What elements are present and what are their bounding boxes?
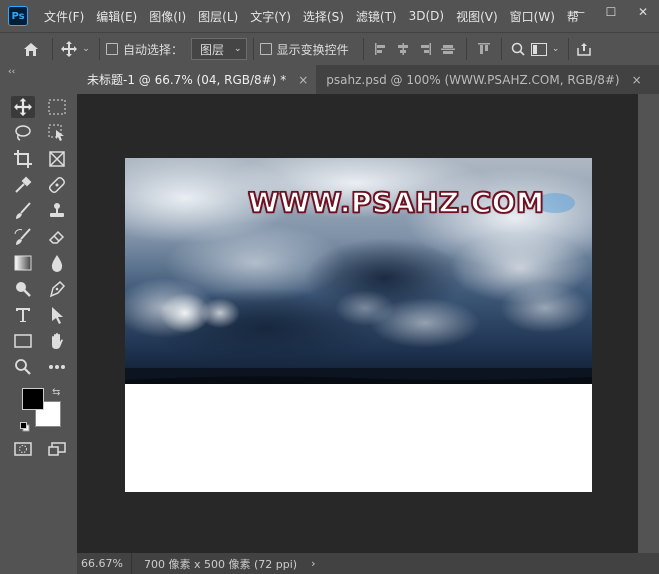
chevron-down-icon: ⌄ — [234, 44, 242, 54]
menu-file[interactable]: 文件(F) — [38, 8, 90, 25]
separator — [252, 38, 254, 60]
pen-tool-icon[interactable] — [45, 278, 69, 300]
crop-tool-icon[interactable] — [11, 148, 35, 170]
lasso-tool-icon[interactable] — [11, 122, 35, 144]
restore-button[interactable]: ☐ — [595, 0, 627, 24]
screen-mode-icon[interactable] — [45, 438, 69, 460]
tools-panel: ‹‹ ⇆ — [0, 65, 77, 574]
layer-dropdown[interactable]: 图层 ⌄ — [191, 38, 247, 60]
vertical-scrollbar[interactable] — [638, 94, 659, 553]
type-tool-icon[interactable] — [11, 304, 35, 326]
foreground-color-swatch[interactable] — [22, 388, 44, 410]
collapse-panel-icon[interactable]: ‹‹ — [8, 67, 15, 77]
auto-select-checkbox[interactable] — [106, 43, 118, 55]
default-colors-icon[interactable] — [20, 421, 30, 435]
ps-logo-icon: Ps — [8, 6, 28, 26]
document-canvas[interactable]: WWW.PSAHZ.COM — [125, 158, 592, 492]
dodge-tool-icon[interactable] — [11, 278, 35, 300]
align-center-icon[interactable] — [392, 42, 414, 56]
search-icon[interactable] — [508, 42, 528, 56]
show-transform-checkbox[interactable] — [259, 43, 272, 55]
separator — [465, 38, 467, 60]
chevron-down-icon[interactable]: ⌄ — [550, 44, 562, 54]
show-transform-label: 显示变换控件 — [276, 42, 349, 57]
close-button[interactable]: ✕ — [627, 0, 659, 24]
menu-type[interactable]: 文字(Y) — [244, 8, 297, 25]
close-tab-icon[interactable]: × — [632, 73, 642, 87]
auto-select-label: 自动选择： — [123, 42, 184, 57]
blur-tool-icon[interactable] — [45, 252, 69, 274]
close-tab-icon[interactable]: × — [298, 73, 308, 87]
clone-stamp-tool-icon[interactable] — [45, 200, 69, 222]
align-left-icon[interactable] — [370, 42, 392, 56]
marquee-tool-icon[interactable] — [45, 96, 69, 118]
more-tools-icon[interactable] — [45, 356, 69, 378]
eraser-tool-icon[interactable] — [45, 226, 69, 248]
menu-edit[interactable]: 编辑(E) — [90, 8, 143, 25]
menu-bar: Ps 文件(F) 编辑(E) 图像(I) 图层(L) 文字(Y) 选择(S) 滤… — [0, 0, 659, 32]
chevron-right-icon[interactable]: › — [311, 557, 315, 570]
share-icon[interactable] — [575, 42, 593, 56]
zoom-tool-icon[interactable] — [11, 356, 35, 378]
window-controls: — ☐ ✕ — [563, 0, 659, 24]
home-icon[interactable] — [16, 42, 46, 57]
tab-label: 未标题-1 @ 66.7% (04, RGB/8#) * — [87, 73, 287, 87]
document-tabs: 未标题-1 @ 66.7% (04, RGB/8#) * × psahz.psd… — [77, 65, 659, 94]
gradient-tool-icon[interactable] — [11, 252, 35, 274]
separator — [567, 38, 569, 60]
tab-psahz-psd[interactable]: psahz.psd @ 100% (WWW.PSAHZ.COM, RGB/8#)… — [316, 65, 649, 94]
menu-window[interactable]: 窗口(W) — [504, 8, 561, 25]
move-tool-icon[interactable] — [59, 41, 79, 57]
history-brush-tool-icon[interactable] — [11, 226, 35, 248]
hand-tool-icon[interactable] — [45, 330, 69, 352]
separator — [500, 38, 502, 60]
minimize-button[interactable]: — — [563, 0, 595, 24]
frame-tool-icon[interactable] — [45, 148, 69, 170]
align-middle-icon[interactable] — [436, 42, 460, 56]
object-selection-tool-icon[interactable] — [45, 122, 69, 144]
align-right-icon[interactable] — [414, 42, 436, 56]
rectangle-tool-icon[interactable] — [11, 330, 35, 352]
tab-untitled-1[interactable]: 未标题-1 @ 66.7% (04, RGB/8#) * × — [77, 65, 317, 94]
menu-filter[interactable]: 滤镜(T) — [350, 8, 403, 25]
menu-select[interactable]: 选择(S) — [297, 8, 350, 25]
path-selection-tool-icon[interactable] — [45, 304, 69, 326]
menu-image[interactable]: 图像(I) — [143, 8, 192, 25]
layer-dropdown-value: 图层 — [200, 42, 225, 57]
align-top-icon[interactable] — [473, 42, 495, 56]
photoshop-window: Ps 文件(F) 编辑(E) 图像(I) 图层(L) 文字(Y) 选择(S) 滤… — [0, 0, 659, 574]
status-bar: 66.67% 700 像素 x 500 像素 (72 ppi) › — [77, 553, 659, 574]
chevron-down-icon[interactable]: ⌄ — [79, 44, 93, 54]
separator — [362, 38, 364, 60]
workspace-icon[interactable] — [528, 42, 550, 56]
menu-layer[interactable]: 图层(L) — [192, 8, 244, 25]
separator — [52, 38, 53, 60]
move-tool-icon[interactable] — [11, 96, 35, 118]
quick-mask-icon[interactable] — [11, 438, 35, 460]
canvas-workspace[interactable]: WWW.PSAHZ.COM — [77, 94, 638, 553]
brush-tool-icon[interactable] — [11, 200, 35, 222]
menu-3d[interactable]: 3D(D) — [403, 9, 450, 23]
healing-brush-tool-icon[interactable] — [45, 174, 69, 196]
swap-colors-icon[interactable]: ⇆ — [52, 387, 60, 398]
options-bar: ⌄ 自动选择： 图层 ⌄ 显示变换控件 ⌄ — [0, 32, 659, 66]
separator — [99, 38, 100, 60]
document-info: 700 像素 x 500 像素 (72 ppi) — [144, 557, 298, 571]
zoom-level[interactable]: 66.67% — [77, 553, 132, 574]
watermark-text: WWW.PSAHZ.COM — [247, 185, 545, 220]
eyedropper-tool-icon[interactable] — [11, 174, 35, 196]
menu-view[interactable]: 视图(V) — [450, 8, 504, 25]
tab-label: psahz.psd @ 100% (WWW.PSAHZ.COM, RGB/8#) — [326, 72, 620, 87]
